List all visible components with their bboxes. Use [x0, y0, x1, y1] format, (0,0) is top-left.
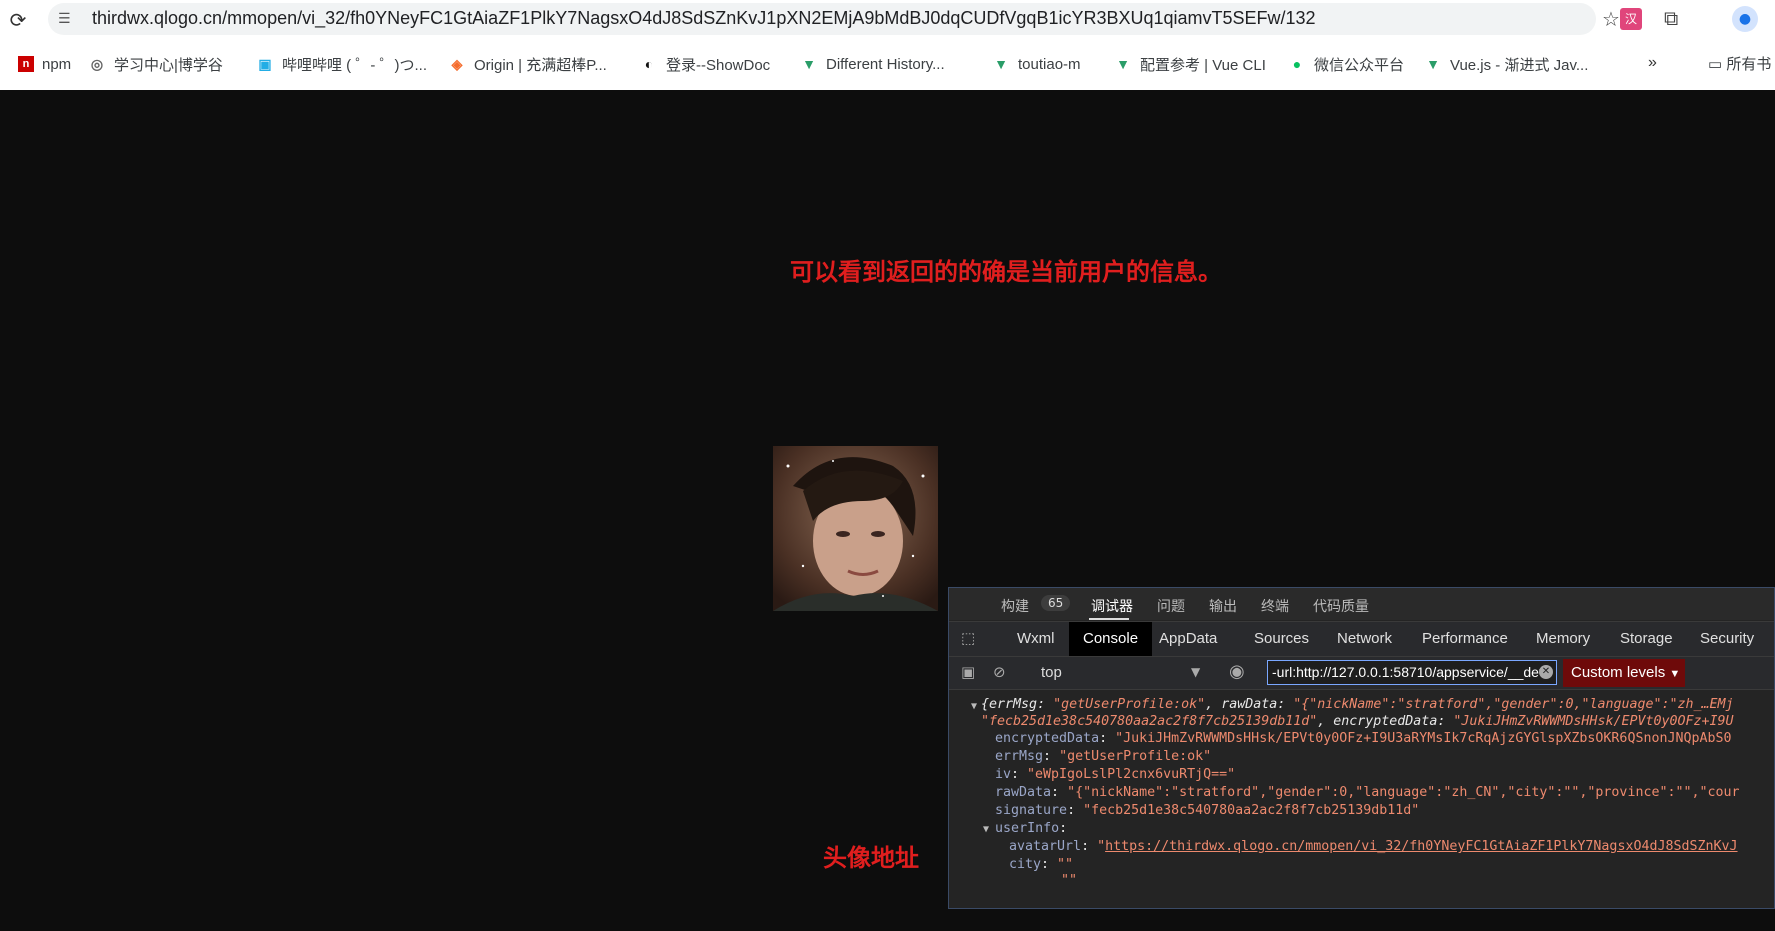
- folder-icon: ▭: [1708, 56, 1727, 73]
- tab-output[interactable]: 输出: [1209, 596, 1237, 616]
- reload-icon[interactable]: ⟳: [6, 8, 30, 32]
- avatar-photo: [773, 446, 938, 611]
- levels-label: Custom levels: [1571, 664, 1666, 681]
- prop-errmsg: errMsg: "getUserProfile:ok": [995, 749, 1212, 764]
- tab-network[interactable]: Network: [1337, 622, 1392, 656]
- bookmark-label: Different History...: [826, 55, 945, 73]
- console-output[interactable]: ▼ {errMsg: "getUserProfile:ok", rawData:…: [949, 689, 1774, 908]
- bookmark-item[interactable]: ◐ 登录--ShowDoc: [640, 53, 770, 75]
- site-info-icon[interactable]: ☰: [58, 10, 76, 28]
- console-object-line[interactable]: ▼ {errMsg: "getUserProfile:ok", rawData:…: [971, 697, 1734, 712]
- expand-triangle-icon[interactable]: ▼: [971, 701, 977, 712]
- prop-avatarurl[interactable]: avatarUrl: "https://thirdwx.qlogo.cn/mmo…: [1009, 839, 1738, 854]
- address-row: ⟳ ☰ thirdwx.qlogo.cn/mmopen/vi_32/fh0YNe…: [0, 0, 1775, 40]
- translate-extension-icon[interactable]: 汉: [1620, 8, 1642, 30]
- tab-debugger[interactable]: 调试器: [1091, 596, 1133, 616]
- devtools-top-tabs: 构建 65 调试器 问题 输出 终端 代码质量: [949, 588, 1774, 620]
- active-tab-indicator: [1089, 618, 1129, 620]
- sidebar-toggle-icon[interactable]: ▣: [961, 663, 975, 681]
- bilibili-icon: ▣: [258, 56, 272, 72]
- bookmark-item[interactable]: ▼ 配置参考 | Vue CLI: [1114, 53, 1266, 75]
- all-bookmarks-folder[interactable]: ▭ 所有书: [1708, 53, 1771, 74]
- prop-country: "": [1061, 873, 1078, 888]
- bookmark-label: npm: [42, 55, 72, 73]
- url-text[interactable]: thirdwx.qlogo.cn/mmopen/vi_32/fh0YNeyFC1…: [92, 8, 1316, 29]
- bookmarks-bar: n npm ◎ 学习中心|博学谷 ▣ 哔哩哔哩 ( ゜- ゜)つ... ◈ Origin…: [0, 46, 1775, 82]
- npm-icon: n: [18, 56, 34, 72]
- eye-icon[interactable]: ◉: [1229, 661, 1245, 682]
- filter-input[interactable]: -url:http://127.0.0.1:58710/appservice/_…: [1267, 660, 1557, 685]
- browser-toolbar: ⟳ ☰ thirdwx.qlogo.cn/mmopen/vi_32/fh0YNe…: [0, 0, 1775, 90]
- clear-console-icon[interactable]: ⊘: [993, 663, 1006, 681]
- console-toolbar: ▣ ⊘ top ▼ ◉ -url:http://127.0.0.1:58710/…: [949, 656, 1774, 690]
- inspect-element-icon[interactable]: ⬚: [961, 622, 975, 656]
- prop-city: city: "": [1009, 857, 1074, 872]
- tab-security[interactable]: Security: [1700, 622, 1754, 656]
- tab-sources[interactable]: Sources: [1254, 622, 1309, 656]
- prop-userinfo[interactable]: ▼ userInfo:: [983, 821, 1067, 836]
- bookmark-item[interactable]: ▣ 哔哩哔哩 ( ゜- ゜)つ...: [256, 53, 427, 75]
- prop-rawdata: rawData: "{"nickName":"stratford","gende…: [995, 785, 1740, 800]
- tab-issues[interactable]: 问题: [1157, 596, 1185, 616]
- tab-wxml[interactable]: Wxml: [1017, 622, 1055, 656]
- bookmark-item[interactable]: ▼ toutiao-m: [992, 53, 1081, 75]
- bookmark-item[interactable]: ▼ Vue.js - 渐进式 Jav...: [1424, 53, 1588, 75]
- folder-label: 所有书: [1726, 56, 1772, 73]
- vue-icon: ▼: [1426, 56, 1440, 72]
- prop-encrypteddata: encryptedData: "JukiJHmZvRWWMDsHHsk/EPVt…: [995, 731, 1732, 746]
- tab-appdata[interactable]: AppData: [1159, 622, 1217, 656]
- chevron-down-icon: ▼: [1669, 668, 1681, 680]
- clear-filter-icon[interactable]: ✕: [1539, 665, 1553, 679]
- vue-icon: ▼: [1116, 56, 1130, 72]
- globe-icon: ◎: [90, 56, 104, 72]
- tab-console[interactable]: Console: [1069, 622, 1153, 656]
- tab-performance[interactable]: Performance: [1422, 622, 1508, 656]
- avatar-image: [773, 446, 938, 611]
- address-bar[interactable]: ☰ thirdwx.qlogo.cn/mmopen/vi_32/fh0YNeyF…: [48, 3, 1620, 35]
- devtools-tabs: ⬚ Wxml Console AppData Sources Network P…: [949, 621, 1774, 656]
- bookmark-label: Origin | 充满超棒P...: [474, 56, 607, 74]
- prop-signature: signature: "fecb25d1e38c540780aa2ac2f8f7…: [995, 803, 1420, 818]
- tab-memory[interactable]: Memory: [1536, 622, 1590, 656]
- log-levels-dropdown[interactable]: Custom levels ▼: [1563, 659, 1685, 687]
- bookmark-label: 哔哩哔哩 ( ゜- ゜)つ...: [282, 56, 427, 74]
- origin-icon: ◈: [451, 56, 463, 72]
- bookmarks-overflow-icon[interactable]: »: [1648, 54, 1657, 72]
- console-object-line: "fecb25d1e38c540780aa2ac2f8f7cb25139db11…: [981, 714, 1734, 729]
- bookmark-item[interactable]: n npm: [18, 53, 71, 75]
- tab-code-quality[interactable]: 代码质量: [1313, 596, 1369, 616]
- tab-build[interactable]: 构建: [1001, 596, 1029, 616]
- bookmark-label: 微信公众平台: [1314, 56, 1405, 74]
- bookmark-item[interactable]: ◈ Origin | 充满超棒P...: [448, 53, 607, 75]
- showdoc-icon: ◐: [644, 56, 654, 72]
- annotation-avatar: 头像地址: [823, 844, 919, 872]
- bookmark-item[interactable]: ◎ 学习中心|博学谷: [88, 53, 223, 75]
- extensions-puzzle-icon[interactable]: ⧉: [1664, 6, 1678, 30]
- annotation-top: 可以看到返回的的确是当前用户的信息。: [790, 258, 1222, 286]
- bookmark-label: Vue.js - 渐进式 Jav...: [1450, 56, 1589, 74]
- bookmark-label: 配置参考 | Vue CLI: [1140, 56, 1266, 74]
- vue-icon: ▼: [994, 56, 1008, 72]
- bookmark-star-icon[interactable]: ☆: [1602, 7, 1620, 31]
- expand-triangle-icon[interactable]: ▼: [983, 824, 995, 835]
- prop-iv: iv: "eWpIgoLslPl2cnx6vuRTjQ==": [995, 767, 1236, 782]
- vue-icon: ▼: [802, 56, 816, 72]
- bookmark-item[interactable]: ● 微信公众平台: [1288, 53, 1404, 75]
- tab-terminal[interactable]: 终端: [1261, 596, 1289, 616]
- avatar-url-link[interactable]: https://thirdwx.qlogo.cn/mmopen/vi_32/fh…: [1105, 839, 1737, 854]
- tab-storage[interactable]: Storage: [1620, 622, 1673, 656]
- context-selector[interactable]: top: [1041, 657, 1062, 689]
- bookmark-label: toutiao-m: [1018, 55, 1081, 73]
- bookmark-label: 学习中心|博学谷: [114, 56, 223, 74]
- bookmark-label: 登录--ShowDoc: [666, 56, 771, 74]
- profile-avatar-icon[interactable]: ●: [1732, 6, 1758, 32]
- chevron-down-icon[interactable]: ▼: [1191, 665, 1200, 679]
- wechat-icon: ●: [1292, 56, 1302, 72]
- build-count-badge: 65: [1041, 595, 1071, 611]
- devtools-panel: 构建 65 调试器 问题 输出 终端 代码质量 ⬚ Wxml Console A…: [948, 587, 1775, 909]
- bookmark-item[interactable]: ▼ Different History...: [800, 53, 945, 75]
